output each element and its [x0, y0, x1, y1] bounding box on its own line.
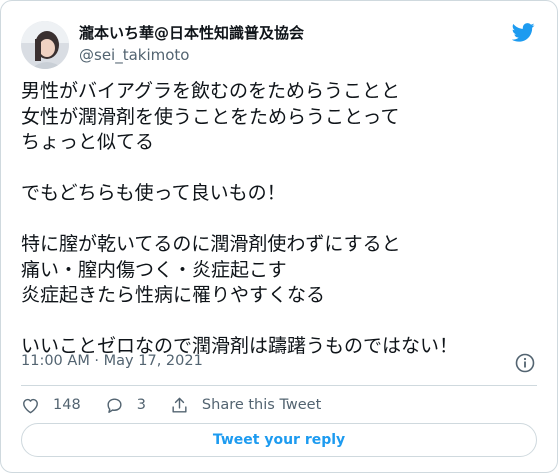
tweet-line	[21, 156, 541, 182]
reply-count: 3	[136, 397, 146, 413]
divider	[21, 385, 537, 386]
reply-bubble-icon	[107, 397, 122, 413]
tweet-line: 特に膣が乾いてるのに潤滑剤使わずにすると	[21, 233, 401, 255]
like-count: 148	[53, 397, 81, 413]
avatar-photo-icon	[21, 21, 69, 69]
tweet-line: でもどちらも使って良いもの！	[21, 182, 286, 204]
info-icon[interactable]	[515, 353, 535, 373]
tweet-line	[21, 207, 541, 233]
tweet-timestamp[interactable]: 11:00 AM · May 17, 2021	[21, 353, 203, 369]
tweet-your-reply-button[interactable]: Tweet your reply	[21, 423, 537, 457]
like-button[interactable]: 148	[21, 396, 81, 415]
tweet-text: 男性がバイアグラを飲むのをためらうことと 女性が潤滑剤を使うことをためらうことっ…	[21, 79, 541, 360]
share-button[interactable]: Share this Tweet	[170, 396, 321, 415]
tweet-line	[21, 309, 541, 335]
tweet-line: 炎症起きたら性病に罹りやすくなる	[21, 284, 326, 306]
tweet-line: 女性が潤滑剤を使うことをためらうことって	[21, 105, 400, 128]
tweet-line: 男性がバイアグラを飲むのをためらうことと	[21, 80, 401, 102]
tweet-card: 瀧本いち華@日本性知識普及協会 @sei_takimoto 男性がバイアグラを飲…	[0, 0, 558, 473]
tweet-line: 痛い・膣内傷つく・炎症起こす	[21, 258, 287, 281]
heart-icon	[23, 398, 38, 413]
avatar[interactable]	[21, 21, 69, 69]
share-icon	[172, 397, 187, 413]
author-handle[interactable]: @sei_takimoto	[79, 45, 190, 65]
share-label: Share this Tweet	[201, 397, 322, 413]
twitter-bird-icon[interactable]	[512, 23, 535, 42]
reply-action-button[interactable]: 3	[105, 396, 146, 415]
action-bar: 148 3 Share this Tweet	[21, 393, 345, 417]
tweet-line: ちょっと似てる	[21, 131, 155, 153]
author-name[interactable]: 瀧本いち華@日本性知識普及協会	[79, 23, 304, 43]
